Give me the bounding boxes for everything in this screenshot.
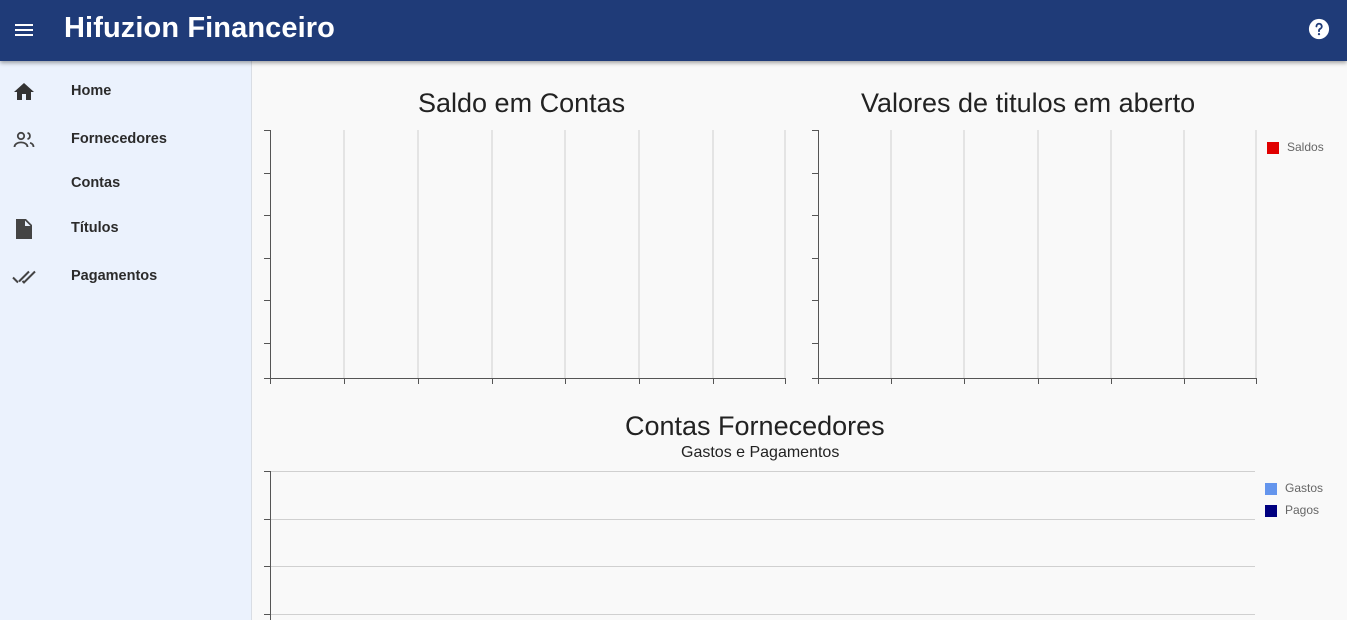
sidebar-item-label: Contas — [71, 175, 121, 191]
help-icon[interactable] — [1308, 18, 1330, 40]
saldo-grid — [343, 130, 786, 378]
legend-swatch — [1265, 505, 1277, 517]
fornecedores-grid — [271, 471, 1255, 615]
sidebar-item-label: Títulos — [71, 220, 119, 236]
fornecedores-axes — [264, 471, 271, 620]
sidebar-item-label: Home — [71, 83, 112, 99]
legend-label: Saldos — [1287, 140, 1324, 154]
menu-icon[interactable] — [12, 18, 36, 42]
titulos-chart — [812, 130, 1257, 384]
legend-swatch — [1265, 483, 1277, 495]
app-title: Hifuzion Financeiro — [64, 12, 335, 44]
sidebar-item-contas[interactable]: Contas — [0, 162, 251, 206]
people-icon — [13, 131, 35, 148]
document-icon — [16, 219, 32, 239]
legend-swatch — [1267, 142, 1279, 154]
titulos-axes — [812, 130, 1257, 384]
legend-label: Pagos — [1285, 503, 1320, 517]
saldo-axes — [264, 130, 786, 384]
legend-label: Gastos — [1285, 481, 1324, 495]
sidebar: Home Fornecedores Contas Títulos Pagamen… — [0, 61, 252, 620]
saldo-chart — [264, 130, 786, 384]
sidebar-item-pagamentos[interactable]: Pagamentos — [0, 255, 251, 299]
fornecedores-chart — [264, 471, 1255, 620]
sidebar-item-label: Fornecedores — [71, 131, 167, 147]
double-check-icon — [12, 270, 36, 284]
sidebar-item-fornecedores[interactable]: Fornecedores — [0, 118, 251, 162]
sidebar-item-label: Pagamentos — [71, 268, 158, 284]
dashboard-content: Saldo em Contas Valores de titulos em ab… — [252, 61, 1347, 620]
home-icon — [14, 83, 34, 100]
chart-title-fornecedores: Contas Fornecedores — [625, 411, 885, 441]
sidebar-item-home[interactable]: Home — [0, 70, 251, 114]
app-header: Hifuzion Financeiro — [0, 0, 1347, 61]
sidebar-item-titulos[interactable]: Títulos — [0, 207, 251, 251]
titulos-grid — [890, 130, 1257, 378]
chart-subtitle-fornecedores: Gastos e Pagamentos — [681, 444, 840, 461]
